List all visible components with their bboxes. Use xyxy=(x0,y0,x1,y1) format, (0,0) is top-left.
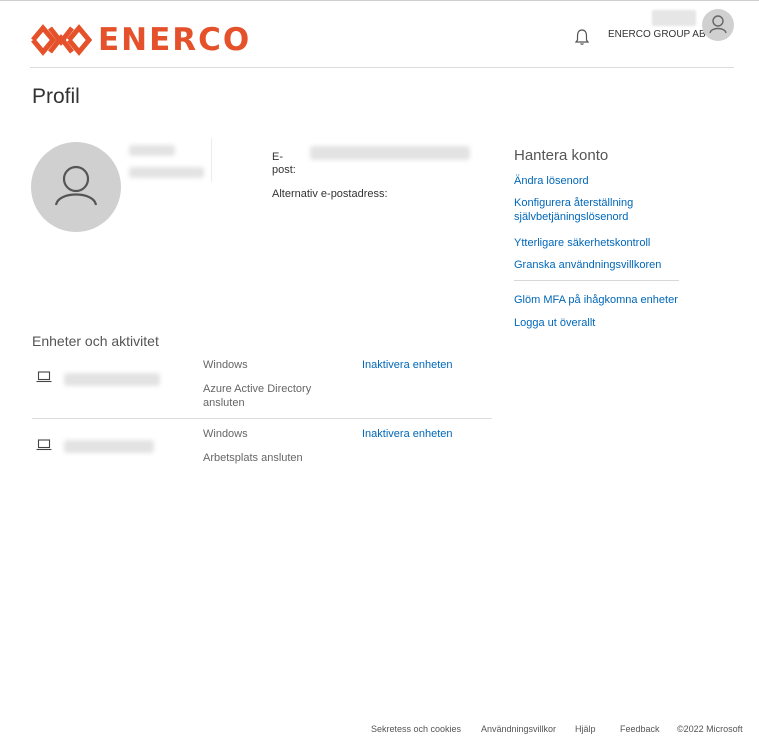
devices-title: Enheter och aktivitet xyxy=(32,333,159,349)
company-name[interactable]: ENERCO GROUP AB xyxy=(608,29,706,40)
profile-separator xyxy=(211,138,212,182)
alternate-email-label: Alternativ e-postadress: xyxy=(272,188,388,200)
device-join-type: Arbetsplats ansluten xyxy=(203,452,303,464)
copyright-text: ©2022 Microsoft xyxy=(677,724,743,734)
account-avatar[interactable] xyxy=(702,9,734,41)
review-terms-of-use-link[interactable]: Granska användningsvillkoren xyxy=(514,258,661,272)
laptop-icon xyxy=(36,371,52,383)
redacted-user-id xyxy=(129,167,204,178)
redacted-user-name xyxy=(652,10,696,26)
enerco-logo[interactable]: ENERCO xyxy=(30,22,251,58)
device-row-divider xyxy=(32,418,492,419)
user-avatar-icon xyxy=(709,15,727,34)
redacted-display-name xyxy=(129,145,175,156)
manage-account-title: Hantera konto xyxy=(514,147,609,164)
device-os: Windows xyxy=(203,359,248,371)
disable-device-button[interactable]: Inaktivera enheten xyxy=(362,358,453,372)
email-label: E-post: xyxy=(272,151,296,176)
device-join-type: Azure Active Directory ansluten xyxy=(203,383,312,409)
page-title: Profil xyxy=(32,85,80,108)
additional-security-verification-link[interactable]: Ytterligare säkerhetskontroll xyxy=(514,236,650,250)
manage-separator xyxy=(514,280,679,281)
header-divider xyxy=(30,67,734,68)
top-border xyxy=(0,0,759,1)
terms-of-use-link[interactable]: Användningsvillkor xyxy=(481,724,556,734)
notification-bell-icon[interactable] xyxy=(574,28,590,46)
help-link[interactable]: Hjälp xyxy=(575,724,596,734)
redacted-email-value xyxy=(310,146,470,160)
disable-device-button[interactable]: Inaktivera enheten xyxy=(362,427,453,441)
logo-text: ENERCO xyxy=(98,22,252,58)
redacted-device-name xyxy=(64,440,154,453)
enerco-logo-mark-icon xyxy=(31,24,92,56)
configure-sspr-link[interactable]: Konfigurera återställning självbetjäning… xyxy=(514,196,664,224)
laptop-icon xyxy=(36,439,52,451)
sign-out-everywhere-link[interactable]: Logga ut överallt xyxy=(514,316,595,330)
profile-avatar xyxy=(31,142,121,232)
forget-mfa-devices-link[interactable]: Glöm MFA på ihågkomna enheter xyxy=(514,293,678,307)
feedback-link[interactable]: Feedback xyxy=(620,724,660,734)
device-os: Windows xyxy=(203,428,248,440)
redacted-device-name xyxy=(64,373,160,386)
privacy-cookies-link[interactable]: Sekretess och cookies xyxy=(371,724,461,734)
change-password-link[interactable]: Ändra lösenord xyxy=(514,174,589,188)
user-placeholder-icon xyxy=(54,165,98,206)
